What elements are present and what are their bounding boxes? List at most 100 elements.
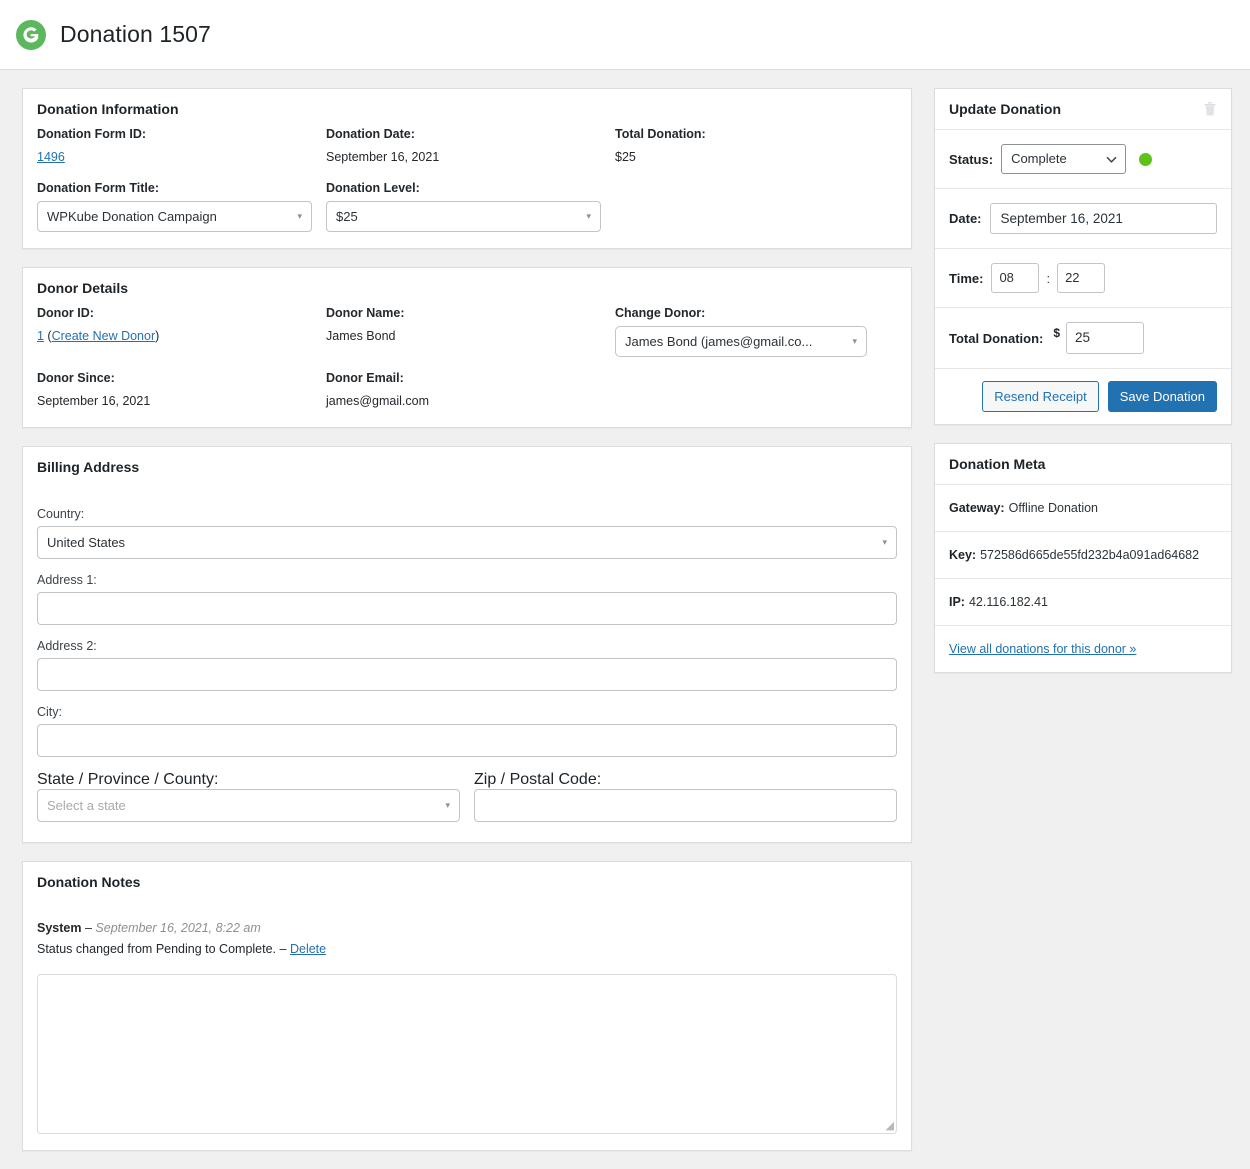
state-label: State / Province / County: (37, 771, 218, 788)
address1-label: Address 1: (37, 573, 897, 587)
currency-symbol: $ (1053, 322, 1060, 340)
change-donor-field: Change Donor: James Bond (james@gmail.co… (615, 306, 897, 357)
address2-field: Address 2: (23, 639, 911, 691)
donation-notes-body: System – September 16, 2021, 8:22 am Sta… (23, 900, 911, 1150)
donor-id-value-wrap: 1 (Create New Donor) (37, 326, 326, 346)
state-select[interactable]: Select a state (37, 789, 460, 822)
resend-receipt-button[interactable]: Resend Receipt (982, 381, 1099, 412)
new-note-textarea[interactable]: ◢ (37, 974, 897, 1134)
gateway-value: Offline Donation (1009, 501, 1098, 515)
donor-details-spacer (615, 371, 897, 411)
status-row: Status: Complete (935, 130, 1231, 189)
address1-input[interactable] (37, 592, 897, 625)
donation-form-id-link[interactable]: 1496 (37, 150, 65, 164)
time-row: Time: 08 : 22 (935, 249, 1231, 308)
save-donation-button[interactable]: Save Donation (1108, 381, 1217, 412)
city-label: City: (37, 705, 897, 719)
create-new-donor-link[interactable]: Create New Donor (52, 329, 156, 343)
donation-date-value: September 16, 2021 (326, 150, 439, 164)
note-separator: – (280, 942, 287, 956)
page-title: Donation 1507 (60, 21, 211, 48)
donor-name-label: Donor Name: (326, 306, 615, 320)
note-content-line: Status changed from Pending to Complete.… (37, 939, 897, 960)
donation-level-label: Donation Level: (326, 181, 615, 195)
donation-meta-title: Donation Meta (935, 444, 1231, 485)
country-select[interactable]: United States (37, 526, 897, 559)
donation-information-title: Donation Information (23, 89, 911, 127)
resize-handle-icon[interactable]: ◢ (882, 1120, 894, 1132)
gateway-row: Gateway: Offline Donation (935, 485, 1231, 532)
donation-form-title-select[interactable]: WPKube Donation Campaign (37, 201, 312, 232)
key-row: Key: 572586d665de55fd232b4a091ad64682 (935, 532, 1231, 579)
gateway-label: Gateway: (949, 501, 1005, 515)
donor-since-field: Donor Since: September 16, 2021 (37, 371, 326, 411)
donation-level-select[interactable]: $25 (326, 201, 601, 232)
country-field: Country: United States (23, 507, 911, 559)
donation-notes-panel: Donation Notes System – September 16, 20… (22, 861, 912, 1151)
status-indicator-dot (1139, 153, 1152, 166)
date-input[interactable]: September 16, 2021 (990, 203, 1217, 234)
donation-information-panel: Donation Information Donation Form ID: 1… (22, 88, 912, 249)
donor-email-label: Donor Email: (326, 371, 615, 385)
view-all-row: View all donations for this donor » (935, 626, 1231, 672)
zip-field: Zip / Postal Code: (474, 771, 897, 822)
time-minutes-input[interactable]: 22 (1057, 263, 1105, 293)
total-donation-input[interactable]: 25 (1066, 322, 1144, 354)
time-hours-input[interactable]: 08 (991, 263, 1039, 293)
time-colon: : (1046, 271, 1050, 286)
total-donation-row: Total Donation: $ 25 (935, 308, 1231, 369)
main-column: Donation Information Donation Form ID: 1… (22, 88, 912, 1169)
donor-details-panel: Donor Details Donor ID: 1 (Create New Do… (22, 267, 912, 428)
date-row: Date: September 16, 2021 (935, 189, 1231, 249)
city-field: City: (23, 705, 911, 757)
ip-row: IP:42.116.182.41 (935, 579, 1231, 626)
trash-icon[interactable] (1201, 100, 1219, 118)
change-donor-select[interactable]: James Bond (james@gmail.co... (615, 326, 867, 357)
donor-id-field: Donor ID: 1 (Create New Donor) (37, 306, 326, 357)
update-donation-title: Update Donation (949, 101, 1061, 117)
donor-since-label: Donor Since: (37, 371, 326, 385)
donor-details-title: Donor Details (23, 268, 911, 306)
status-select[interactable]: Complete (1001, 144, 1126, 174)
donor-email-value: james@gmail.com (326, 394, 429, 408)
note-body: Status changed from Pending to Complete. (37, 942, 276, 956)
note-delete-link[interactable]: Delete (290, 942, 326, 956)
note-timestamp: September 16, 2021, 8:22 am (95, 921, 260, 935)
donation-info-row-1: Donation Form ID: 1496 Donation Date: Se… (23, 127, 911, 167)
state-zip-row: State / Province / County: Select a stat… (23, 771, 911, 842)
givewp-logo-icon (14, 18, 48, 52)
donation-form-id-field: Donation Form ID: 1496 (37, 127, 326, 167)
state-field: State / Province / County: Select a stat… (37, 771, 460, 822)
donor-since-value: September 16, 2021 (37, 394, 150, 408)
update-donation-actions: Resend Receipt Save Donation (935, 369, 1231, 424)
donor-name-value: James Bond (326, 329, 395, 343)
donation-info-spacer (615, 181, 897, 232)
address2-label: Address 2: (37, 639, 897, 653)
billing-address-title: Billing Address (23, 447, 911, 485)
chevron-down-icon (1106, 154, 1117, 165)
key-label: Key: (949, 548, 976, 562)
total-donation-field: Total Donation: $25 (615, 127, 897, 167)
update-donation-header: Update Donation (935, 89, 1231, 130)
page-header: Donation 1507 (0, 0, 1250, 70)
ip-value: 42.116.182.41 (969, 595, 1048, 609)
view-all-donations-link[interactable]: View all donations for this donor » (949, 642, 1136, 656)
city-input[interactable] (37, 724, 897, 757)
address1-field: Address 1: (23, 573, 911, 625)
donation-meta-panel: Donation Meta Gateway: Offline Donation K… (934, 443, 1232, 673)
total-donation-side-label: Total Donation: (949, 331, 1043, 346)
sidebar-column: Update Donation Status: Complete (934, 88, 1232, 691)
donor-id-link[interactable]: 1 (37, 329, 44, 343)
donation-form-title-field: Donation Form Title: WPKube Donation Cam… (37, 181, 326, 232)
donor-details-row-1: Donor ID: 1 (Create New Donor) Donor Nam… (23, 306, 911, 357)
address2-input[interactable] (37, 658, 897, 691)
donation-form-title-label: Donation Form Title: (37, 181, 326, 195)
change-donor-label: Change Donor: (615, 306, 897, 320)
total-donation-label: Total Donation: (615, 127, 897, 141)
total-donation-value: $25 (615, 150, 636, 164)
key-value: 572586d665de55fd232b4a091ad64682 (980, 548, 1199, 562)
zip-label: Zip / Postal Code: (474, 771, 601, 788)
update-donation-panel: Update Donation Status: Complete (934, 88, 1232, 425)
donation-level-field: Donation Level: $25 (326, 181, 615, 232)
zip-input[interactable] (474, 789, 897, 822)
